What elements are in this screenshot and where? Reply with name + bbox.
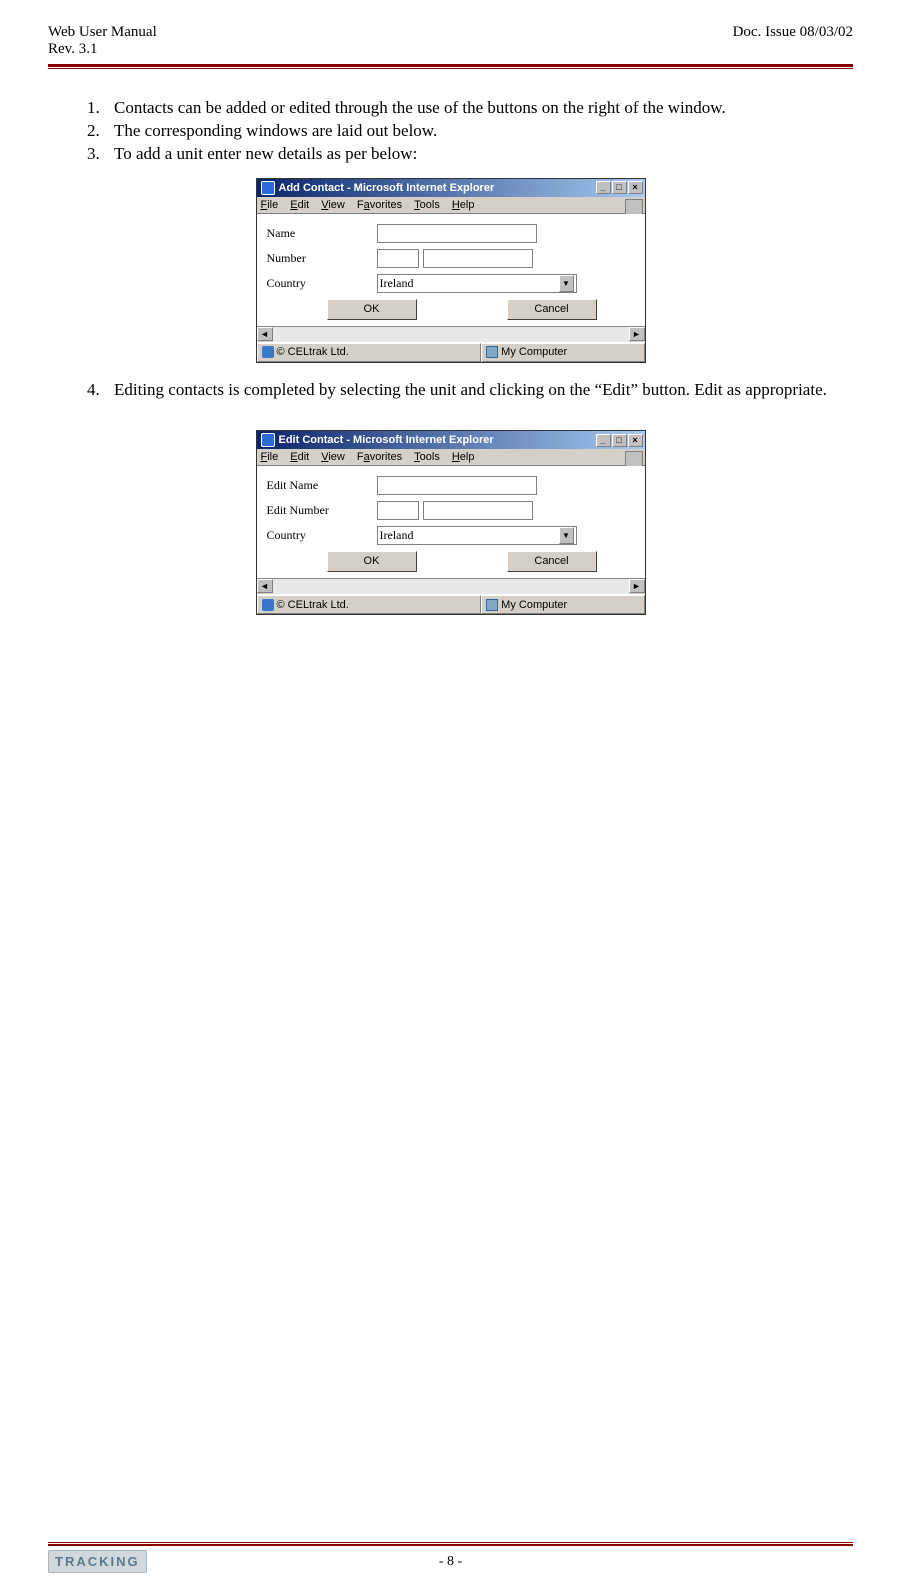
maximize-button[interactable]: □	[612, 181, 627, 194]
close-button[interactable]: ×	[628, 434, 643, 447]
window-title: Add Contact - Microsoft Internet Explore…	[279, 182, 495, 194]
statusbar: © CELtrak Ltd. My Computer	[257, 342, 645, 362]
scroll-track[interactable]	[273, 579, 629, 594]
minimize-button[interactable]: _	[596, 434, 611, 447]
tracking-logo: TRACKING	[48, 1550, 147, 1573]
menu-view[interactable]: View	[321, 451, 345, 463]
ie-icon	[261, 433, 275, 447]
window-title: Edit Contact - Microsoft Internet Explor…	[279, 434, 494, 446]
label-number: Number	[267, 251, 377, 266]
status-text-left: © CELtrak Ltd.	[277, 599, 349, 611]
scroll-track[interactable]	[273, 327, 629, 342]
status-text-right: My Computer	[501, 599, 567, 611]
country-value: Ireland	[380, 276, 414, 291]
menu-edit[interactable]: Edit	[290, 451, 309, 463]
computer-icon	[486, 599, 498, 611]
label-country: Country	[267, 276, 377, 291]
menu-view[interactable]: View	[321, 199, 345, 211]
list-item: The corresponding windows are laid out b…	[104, 120, 845, 143]
scroll-right-icon[interactable]: ►	[629, 579, 645, 593]
footer-rule	[48, 1542, 853, 1546]
header-rule	[48, 64, 853, 69]
edit-number-prefix-input[interactable]	[377, 501, 419, 520]
menu-tools[interactable]: Tools	[414, 199, 440, 211]
horizontal-scrollbar[interactable]: ◄ ►	[257, 578, 645, 594]
label-name: Name	[267, 226, 377, 241]
menu-help[interactable]: Help	[452, 451, 475, 463]
page-footer: TRACKING - 8 -	[48, 1542, 853, 1573]
add-contact-window: Add Contact - Microsoft Internet Explore…	[256, 178, 646, 363]
edit-number-input[interactable]	[423, 501, 533, 520]
menu-file[interactable]: File	[261, 199, 279, 211]
status-icon	[262, 346, 274, 358]
menu-help[interactable]: Help	[452, 199, 475, 211]
instruction-list: Contacts can be added or edited through …	[56, 97, 845, 166]
list-item: Contacts can be added or edited through …	[104, 97, 845, 120]
list-item: Editing contacts is completed by selecti…	[104, 379, 845, 402]
edit-name-input[interactable]	[377, 476, 537, 495]
minimize-button[interactable]: _	[596, 181, 611, 194]
menu-file[interactable]: File	[261, 451, 279, 463]
form-area: Name Number Country Ireland ▼	[257, 214, 645, 326]
country-select[interactable]: Ireland ▼	[377, 526, 577, 545]
ie-icon	[261, 181, 275, 195]
edit-contact-window: Edit Contact - Microsoft Internet Explor…	[256, 430, 646, 615]
header-revision: Rev. 3.1	[48, 41, 157, 58]
country-select[interactable]: Ireland ▼	[377, 274, 577, 293]
computer-icon	[486, 346, 498, 358]
form-area: Edit Name Edit Number Country Ireland ▼	[257, 466, 645, 578]
instruction-list-continued: Editing contacts is completed by selecti…	[56, 379, 845, 402]
scroll-right-icon[interactable]: ►	[629, 327, 645, 341]
statusbar: © CELtrak Ltd. My Computer	[257, 594, 645, 614]
figure-edit-contact: Edit Contact - Microsoft Internet Explor…	[56, 430, 845, 616]
label-edit-name: Edit Name	[267, 478, 377, 493]
header-doc-issue: Doc. Issue 08/03/02	[733, 24, 853, 41]
ok-button[interactable]: OK	[327, 551, 417, 572]
ok-button[interactable]: OK	[327, 299, 417, 320]
menu-tools[interactable]: Tools	[414, 451, 440, 463]
menu-edit[interactable]: Edit	[290, 199, 309, 211]
label-edit-number: Edit Number	[267, 503, 377, 518]
close-button[interactable]: ×	[628, 181, 643, 194]
titlebar: Add Contact - Microsoft Internet Explore…	[257, 179, 645, 197]
maximize-button[interactable]: □	[612, 434, 627, 447]
name-input[interactable]	[377, 224, 537, 243]
content-area: Contacts can be added or edited through …	[48, 97, 853, 616]
page-header: Web User Manual Rev. 3.1 Doc. Issue 08/0…	[48, 24, 853, 58]
list-item: To add a unit enter new details as per b…	[104, 143, 845, 166]
dropdown-arrow-icon: ▼	[559, 275, 574, 292]
number-input[interactable]	[423, 249, 533, 268]
toolbar-grip	[625, 199, 643, 215]
menubar: File Edit View Favorites Tools Help	[257, 449, 645, 466]
scroll-left-icon[interactable]: ◄	[257, 579, 273, 593]
cancel-button[interactable]: Cancel	[507, 299, 597, 320]
label-country: Country	[267, 528, 377, 543]
toolbar-grip	[625, 451, 643, 467]
menu-favorites[interactable]: Favorites	[357, 451, 402, 463]
menubar: File Edit View Favorites Tools Help	[257, 197, 645, 214]
scroll-left-icon[interactable]: ◄	[257, 327, 273, 341]
figure-add-contact: Add Contact - Microsoft Internet Explore…	[56, 178, 845, 364]
country-value: Ireland	[380, 528, 414, 543]
status-text-left: © CELtrak Ltd.	[277, 346, 349, 358]
number-prefix-input[interactable]	[377, 249, 419, 268]
status-text-right: My Computer	[501, 346, 567, 358]
cancel-button[interactable]: Cancel	[507, 551, 597, 572]
header-title: Web User Manual	[48, 24, 157, 41]
menu-favorites[interactable]: Favorites	[357, 199, 402, 211]
horizontal-scrollbar[interactable]: ◄ ►	[257, 326, 645, 342]
dropdown-arrow-icon: ▼	[559, 527, 574, 544]
page-number: - 8 -	[439, 1554, 462, 1570]
titlebar: Edit Contact - Microsoft Internet Explor…	[257, 431, 645, 449]
status-icon	[262, 599, 274, 611]
